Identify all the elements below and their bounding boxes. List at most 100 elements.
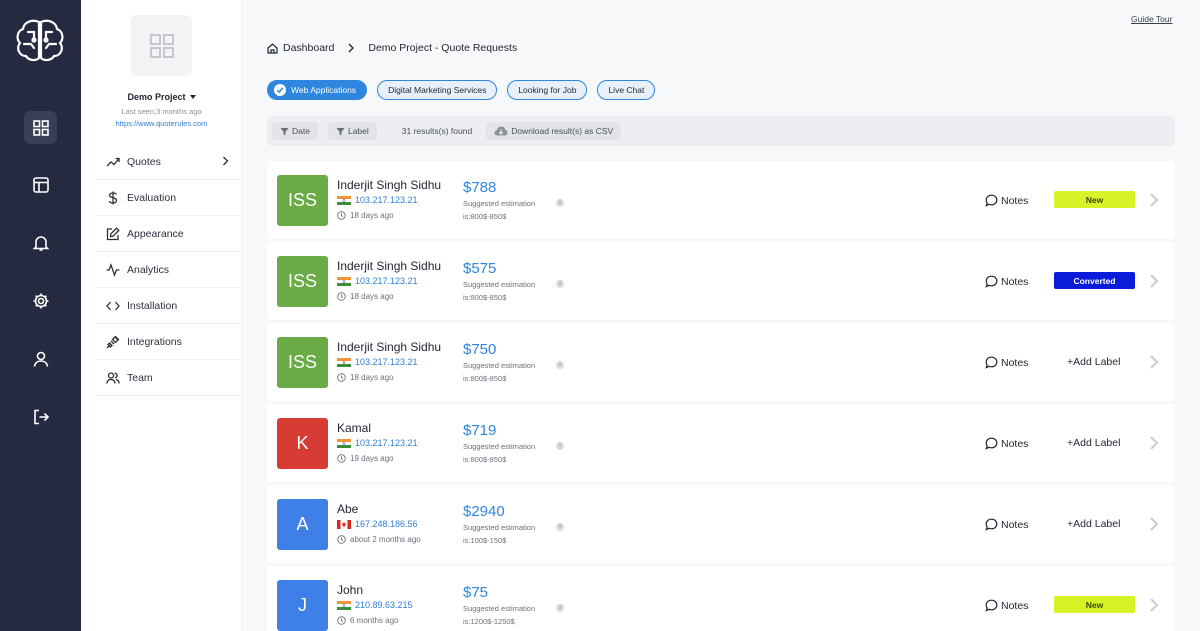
time-ago: 19 days ago (350, 454, 394, 463)
check-icon (274, 84, 286, 96)
add-label-button[interactable]: +Add Label (1067, 518, 1120, 530)
info-icon[interactable]: i (556, 442, 564, 450)
bell-icon (32, 235, 49, 251)
estimation-range: is:1200$-1250$ (463, 617, 515, 626)
notes-button[interactable]: Notes (985, 518, 1028, 531)
sidebar-item-appearance[interactable]: Appearance (93, 216, 239, 252)
ip-address-link[interactable]: 103.217.123.21 (355, 276, 418, 286)
time-line: 6 months ago (337, 616, 398, 625)
info-icon[interactable]: i (556, 199, 564, 207)
guide-tour-link[interactable]: Guide Tour (1131, 14, 1172, 24)
date-filter-button[interactable]: Date (272, 122, 318, 140)
pulse-icon (106, 262, 120, 277)
sidebar-item-integrations[interactable]: Integrations (93, 324, 239, 360)
ip-line: 167.248.186.56 (337, 519, 418, 529)
ip-line: 103.217.123.21 (337, 276, 418, 286)
rail-settings-button[interactable] (24, 284, 57, 317)
info-icon[interactable]: i (556, 280, 564, 288)
tab-looking-for-job[interactable]: Looking for Job (507, 80, 588, 100)
time-line: 19 days ago (337, 454, 394, 463)
notes-button[interactable]: Notes (985, 275, 1028, 288)
requester-name: John (337, 583, 364, 597)
tab-live-chat[interactable]: Live Chat (597, 80, 656, 100)
quote-row[interactable]: ISS Inderjit Singh Sidhu 103.217.123.21 … (267, 323, 1175, 401)
info-icon[interactable]: i (556, 361, 564, 369)
notes-button[interactable]: Notes (985, 437, 1028, 450)
sidebar-menu: Quotes Evaluation Appearance Analytics I… (93, 144, 239, 396)
requester-name: Inderjit Singh Sidhu (337, 178, 442, 192)
rail-logout-button[interactable] (24, 400, 57, 433)
breadcrumb-dashboard-link[interactable]: Dashboard (283, 42, 334, 54)
tab-web-applications[interactable]: Web Applications (267, 80, 368, 100)
chevron-right-icon[interactable] (1147, 516, 1161, 532)
project-name: Demo Project (127, 92, 186, 102)
ip-address-link[interactable]: 103.217.123.21 (355, 438, 418, 448)
add-label-button[interactable]: +Add Label (1067, 356, 1120, 368)
sidebar-item-evaluation[interactable]: Evaluation (93, 180, 239, 216)
sidebar-item-installation[interactable]: Installation (93, 288, 239, 324)
quote-row[interactable]: ISS Inderjit Singh Sidhu 103.217.123.21 … (267, 161, 1175, 239)
estimation-label: Suggested estimation (463, 199, 536, 208)
rail-dashboard-button[interactable] (24, 111, 57, 144)
chevron-right-icon[interactable] (1147, 192, 1161, 208)
app-rail (0, 0, 81, 631)
requester-name: Inderjit Singh Sidhu (337, 259, 442, 273)
ip-address-link[interactable]: 210.89.63.215 (355, 600, 413, 610)
notes-button[interactable]: Notes (985, 194, 1028, 207)
tab-digital-marketing[interactable]: Digital Marketing Services (377, 80, 498, 100)
rail-profile-button[interactable] (24, 342, 57, 375)
ip-address-link[interactable]: 103.217.123.21 (355, 357, 418, 367)
quote-row[interactable]: ISS Inderjit Singh Sidhu 103.217.123.21 … (267, 242, 1175, 320)
rail-notifications-button[interactable] (24, 226, 57, 259)
notes-button[interactable]: Notes (985, 356, 1028, 369)
quote-row[interactable]: A Abe 167.248.186.56 about 2 months ago … (267, 485, 1175, 563)
status-badge[interactable]: Converted (1054, 272, 1135, 289)
chat-bubble-icon (985, 356, 998, 369)
project-url-link[interactable]: https://www.quoterules.com (81, 119, 242, 128)
sidebar-item-quotes[interactable]: Quotes (93, 144, 239, 180)
label-filter-button[interactable]: Label (327, 122, 377, 140)
time-line: 18 days ago (337, 292, 394, 301)
add-label-button[interactable]: +Add Label (1067, 437, 1120, 449)
status-badge[interactable]: New (1054, 191, 1135, 208)
brain-logo-icon[interactable] (14, 18, 66, 62)
time-line: 18 days ago (337, 373, 394, 382)
sidebar-item-team[interactable]: Team (93, 360, 239, 396)
code-icon (106, 301, 120, 310)
time-ago: 18 days ago (350, 373, 394, 382)
quote-row[interactable]: K Kamal 103.217.123.21 19 days ago $719 … (267, 404, 1175, 482)
chat-bubble-icon (985, 518, 998, 531)
chevron-right-icon[interactable] (1147, 273, 1161, 289)
info-icon[interactable]: i (556, 604, 564, 612)
chevron-right-icon[interactable] (1147, 354, 1161, 370)
trend-icon (106, 157, 120, 166)
canada-flag-icon (337, 519, 355, 529)
time-line: 18 days ago (337, 211, 394, 220)
sidebar-item-analytics[interactable]: Analytics (93, 252, 239, 288)
avatar: J (277, 580, 328, 631)
requester-name: Abe (337, 502, 359, 516)
requester-name: Inderjit Singh Sidhu (337, 340, 442, 354)
notes-label: Notes (1001, 437, 1029, 450)
ip-address-link[interactable]: 167.248.186.56 (355, 519, 418, 529)
notes-button[interactable]: Notes (985, 599, 1028, 612)
clock-icon (337, 535, 346, 544)
dollar-icon (108, 191, 118, 204)
status-badge[interactable]: New (1054, 596, 1135, 613)
notes-label: Notes (1001, 275, 1029, 288)
rail-layout-button[interactable] (24, 168, 57, 201)
project-selector[interactable]: Demo Project (81, 92, 242, 102)
ip-line: 103.217.123.21 (337, 195, 418, 205)
estimation-range: is:800$-850$ (463, 455, 507, 464)
download-csv-button[interactable]: Download result(s) as CSV (486, 122, 622, 140)
avatar: ISS (277, 256, 328, 307)
time-ago: 6 months ago (350, 616, 399, 625)
chevron-right-icon[interactable] (1147, 435, 1161, 451)
plug-icon (106, 335, 120, 348)
chevron-right-icon[interactable] (1147, 597, 1161, 613)
time-ago: 18 days ago (350, 292, 394, 301)
ip-address-link[interactable]: 103.217.123.21 (355, 195, 418, 205)
user-icon (33, 351, 48, 367)
quote-row[interactable]: J John 210.89.63.215 6 months ago $75 Su… (267, 566, 1175, 631)
info-icon[interactable]: i (556, 523, 564, 531)
